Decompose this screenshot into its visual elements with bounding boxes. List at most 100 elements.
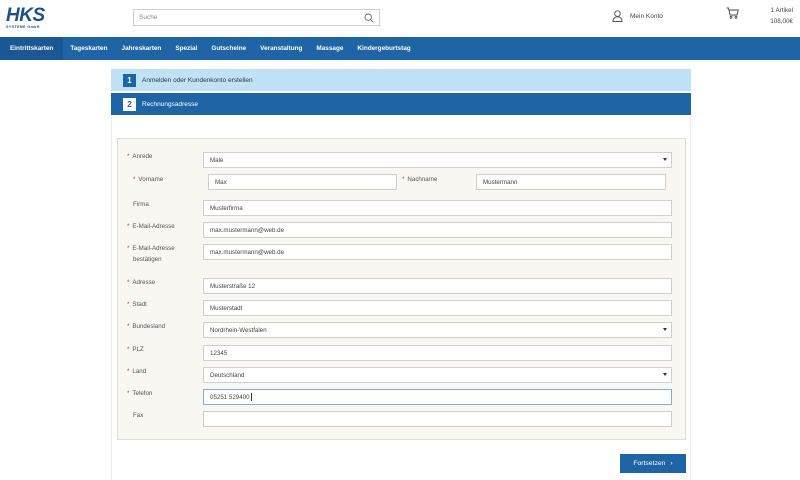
label-firma-text: Firma [133,201,149,208]
label-plz: * PLZ [127,345,144,355]
chevron-right-icon: › [670,460,673,467]
logo-text: HKS [6,5,45,26]
label-adresse-text: Adresse [132,279,156,286]
nav-item-veranstaltung[interactable]: Veranstaltung [253,37,309,60]
logo-subtext: SYSTEME GmbH [6,25,40,29]
label-email-text: E-Mail-Adresse [132,223,175,230]
label-anrede-text: Anrede [132,153,153,160]
stadt-field[interactable]: Musterstadt [203,300,672,316]
search-icon[interactable] [364,13,374,23]
hks-logo[interactable]: HKS SYSTEME GmbH [6,6,60,30]
required-mark: * [127,323,130,330]
label-email: * E-Mail-Adresse [127,222,175,232]
label-stadt: * Stadt [127,300,147,310]
fax-field[interactable] [203,411,672,427]
email-field[interactable]: max.mustermann@web.de [203,222,672,238]
nav-item-jahreskarten[interactable]: Jahreskarten [115,37,169,60]
label-email-confirm-line1: E-Mail-Adresse [132,245,175,252]
main-nav: Eintrittskarten Tageskarten Jahreskarten… [0,37,800,60]
required-mark: * [127,390,130,397]
email-value: max.mustermann@web.de [210,226,285,234]
label-nachname-text: Nachname [407,176,438,183]
label-bundesland-text: Bundesland [132,323,166,330]
required-mark: * [127,301,130,308]
account-label: Mein Konto [630,12,663,20]
land-select[interactable]: Deutschland [203,367,672,383]
label-stadt-text: Stadt [132,301,147,308]
label-vorname-text: Vorname [138,176,164,183]
label-email-confirm: * E-Mail-Adresse [127,244,175,254]
stadt-value: Musterstadt [210,304,243,312]
step-label: Rechnungsadresse [142,100,199,108]
vorname-field[interactable]: Max [208,174,397,190]
telefon-field[interactable]: 05251 529400 [203,389,672,405]
chevron-down-icon [663,373,667,376]
land-value: Deutschland [210,371,245,379]
firma-value: Musterfirma [210,204,243,212]
label-telefon: * Telefon [127,389,152,399]
nav-item-gutscheine[interactable]: Gutscheine [204,37,253,60]
label-adresse: * Adresse [127,278,155,288]
nav-item-eintrittskarten[interactable]: Eintrittskarten [0,37,64,60]
required-mark: * [127,346,130,353]
step-number: 2 [123,97,136,111]
required-mark: * [127,368,130,375]
label-firma: Firma [133,200,149,210]
telefon-value: 05251 529400 [210,393,250,401]
adresse-field[interactable]: Musterstraße 12 [203,278,672,294]
firma-field[interactable]: Musterfirma [203,200,672,216]
required-mark: * [127,245,130,252]
text-cursor [250,393,252,401]
continue-label: Fortsetzen [633,460,666,467]
plz-field[interactable]: 12345 [203,345,672,361]
bundesland-value: Nordrhein-Westfalen [210,326,267,334]
vorname-value: Max [215,178,227,186]
label-anrede: * Anrede [127,152,152,162]
label-bundesland: * Bundesland [127,322,165,332]
cart-count: 1 Artikel [770,7,793,14]
required-mark: * [127,153,130,160]
label-telefon-text: Telefon [132,390,153,397]
label-fax: Fax [133,411,143,421]
label-nachname: * Nachname [402,175,437,185]
adresse-value: Musterstraße 12 [210,282,256,290]
nav-item-spezial[interactable]: Spezial [168,37,204,60]
step-number: 1 [123,73,136,87]
required-mark: * [133,176,136,183]
continue-button[interactable]: Fortsetzen › [620,454,686,473]
bundesland-select[interactable]: Nordrhein-Westfalen [203,322,672,338]
nachname-value: Mustermann [483,178,518,186]
search-input[interactable] [134,10,354,25]
nav-item-massage[interactable]: Massage [309,37,350,60]
cart-total: 108,00€ [770,18,793,25]
nav-item-tageskarten[interactable]: Tageskarten [63,37,114,60]
cart-summary[interactable]: 1 Artikel 108,00€ [761,5,793,27]
site-header: HKS SYSTEME GmbH Mein Konto 1 Artikel 10… [0,0,800,36]
anrede-select[interactable]: Male [203,152,672,168]
label-land: * Land [127,367,146,377]
step-label: Anmelden oder Kundenkonto erstellen [142,76,253,84]
label-vorname: * Vorname [133,175,163,185]
label-plz-text: PLZ [132,346,144,353]
user-icon [612,10,623,22]
checkout-step-login[interactable]: 1 Anmelden oder Kundenkonto erstellen [111,69,691,91]
label-fax-text: Fax [133,412,144,419]
chevron-down-icon [663,158,667,161]
required-mark: * [402,176,405,183]
label-land-text: Land [132,368,147,375]
label-email-confirm-line2: bestätigen [133,256,162,263]
cart-icon [726,7,739,19]
required-mark: * [127,223,130,230]
email-confirm-value: max.mustermann@web.de [210,248,285,256]
email-confirm-field[interactable]: max.mustermann@web.de [203,244,672,260]
plz-value: 12345 [210,349,228,357]
chevron-down-icon [663,328,667,331]
cart-button[interactable] [726,7,739,21]
nav-item-kindergeburtstag[interactable]: Kindergeburtstag [350,37,417,60]
required-mark: * [127,279,130,286]
anrede-value: Male [210,156,224,164]
nachname-field[interactable]: Mustermann [476,174,666,190]
account-link[interactable]: Mein Konto [612,10,663,22]
checkout-step-billing-address: 2 Rechnungsadresse [111,93,691,115]
search-box[interactable] [133,9,380,26]
